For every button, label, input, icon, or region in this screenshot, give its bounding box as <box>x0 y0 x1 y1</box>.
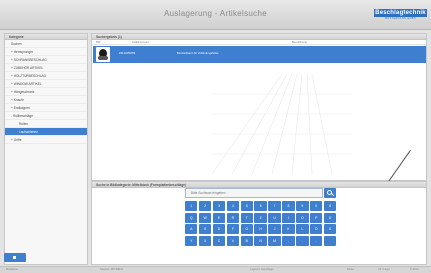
sidebar-item-9[interactable]: - Rollbeschläge <box>5 112 87 120</box>
search-bar <box>185 188 338 198</box>
key[interactable]: S <box>198 224 212 234</box>
watermark-graphic <box>212 74 352 174</box>
key[interactable]: Ö <box>310 224 323 234</box>
key[interactable]: D <box>212 224 226 234</box>
key-row-4: Y X C V B N M , . - <box>185 235 338 246</box>
key[interactable]: 9 <box>296 201 309 211</box>
keyboard-panel: Suche in Bildkategorie: Mittelblock (For… <box>91 181 427 265</box>
logo-text: Beschlagtechnik <box>374 9 427 17</box>
key[interactable]: . <box>296 235 309 246</box>
key[interactable]: C <box>212 235 226 246</box>
key[interactable]: Y <box>185 235 198 246</box>
footer-session: Session: ABCDEFG <box>100 268 124 271</box>
key[interactable]: N <box>254 235 267 246</box>
footer-user: Mitarbeiter <box>6 268 19 271</box>
sidebar-item-3[interactable]: + ZUBEHÖR ARTIKEL <box>5 64 87 72</box>
sidebar-item-selected[interactable]: Laufschienen <box>5 128 87 136</box>
page-title: Auslagerung - Artikelsuche <box>164 9 267 18</box>
column-description[interactable]: Bezeichnung <box>292 40 307 45</box>
company-logo: Beschlagtechnik MUSTERMANN GMBH <box>374 9 427 20</box>
key[interactable]: I <box>282 212 295 223</box>
key[interactable]: Z <box>254 212 267 223</box>
footer-next[interactable]: Weiter <box>347 268 354 271</box>
onscreen-keyboard: 1 2 3 4 5 6 7 8 9 0 ß Q W E R T Z U I O … <box>185 201 338 247</box>
sidebar-item-5[interactable]: + WINDOW ARTIKEL <box>5 80 87 88</box>
key[interactable]: L <box>296 224 309 234</box>
key[interactable]: B <box>240 235 253 246</box>
key[interactable]: Ä <box>323 224 337 234</box>
sidebar-item-2[interactable]: + SCHRANKBESCHLAG <box>5 56 87 64</box>
sidebar-item-10[interactable]: Rollen <box>5 120 87 128</box>
key[interactable]: E <box>212 212 226 223</box>
row-article-number: ZZ123456789 <box>119 52 136 55</box>
home-button[interactable] <box>4 253 26 262</box>
key[interactable]: W <box>198 212 212 223</box>
status-bar: Mitarbeiter Session: ABCDEFG Lagerort: H… <box>0 266 431 273</box>
sidebar-item-7[interactable]: + Knaufe <box>5 96 87 104</box>
key[interactable]: X <box>198 235 212 246</box>
search-input[interactable] <box>185 188 323 198</box>
key[interactable]: 5 <box>240 201 253 211</box>
sidebar-item-6[interactable]: + Hängeschrank <box>5 88 87 96</box>
key-row-3: A S D F G H J K L Ö Ä <box>185 224 338 234</box>
key-row-1: 1 2 3 4 5 6 7 8 9 0 ß <box>185 201 338 211</box>
key[interactable]: M <box>268 235 281 246</box>
column-article-number[interactable]: Artikelnummer <box>132 40 149 45</box>
key[interactable]: 0 <box>310 201 323 211</box>
row-description: Bombenbaron für Verbindungshülse <box>177 52 219 55</box>
key[interactable]: 8 <box>282 201 295 211</box>
key[interactable]: P <box>310 212 323 223</box>
sidebar-item-1[interactable]: + Hemsprunger <box>5 48 87 56</box>
sidebar-item-suchen[interactable]: Suchen <box>5 40 87 48</box>
key[interactable]: O <box>296 212 309 223</box>
footer-location: Lagerort: Hauptlager <box>250 268 274 271</box>
footer-version: V6 / Lager <box>378 268 390 271</box>
category-sidebar: Kategorie Suchen + Hemsprunger + SCHRANK… <box>4 33 88 265</box>
results-column-header: Bild Artikelnummer Bezeichnung <box>92 40 426 45</box>
column-image[interactable]: Bild <box>96 40 100 45</box>
key[interactable]: F <box>226 224 240 234</box>
key[interactable]: R <box>226 212 240 223</box>
key[interactable]: Q <box>185 212 198 223</box>
key[interactable]: - <box>310 235 323 246</box>
key[interactable]: A <box>185 224 198 234</box>
key[interactable]: H <box>254 224 267 234</box>
logo-subtext: MUSTERMANN GMBH <box>385 17 416 20</box>
key[interactable]: 3 <box>212 201 226 211</box>
key[interactable]: Ü <box>323 212 337 223</box>
backspace-key[interactable] <box>323 235 337 246</box>
product-thumbnail <box>96 47 110 62</box>
results-panel: Suchergebnis (1) Bild Artikelnummer Beze… <box>91 33 427 181</box>
key[interactable]: 7 <box>268 201 281 211</box>
key[interactable]: T <box>240 212 253 223</box>
key[interactable]: J <box>268 224 281 234</box>
search-button[interactable] <box>324 188 336 198</box>
key[interactable]: U <box>268 212 281 223</box>
key[interactable]: 1 <box>185 201 198 211</box>
sidebar-item-12[interactable]: + Griffe <box>5 136 87 144</box>
key[interactable]: K <box>282 224 295 234</box>
key[interactable]: V <box>226 235 240 246</box>
sidebar-item-8[interactable]: + Endkappen <box>5 104 87 112</box>
key[interactable]: G <box>240 224 253 234</box>
key[interactable]: ß <box>323 201 337 211</box>
key[interactable]: 2 <box>198 201 212 211</box>
key[interactable]: , <box>282 235 295 246</box>
key[interactable]: 4 <box>226 201 240 211</box>
app-header: Auslagerung - Artikelsuche Beschlagtechn… <box>0 0 431 30</box>
sidebar-item-4[interactable]: + HOLZTÜRBESCHLAG <box>5 72 87 80</box>
key[interactable]: 6 <box>254 201 267 211</box>
home-icon <box>13 256 16 259</box>
table-row[interactable]: ZZ123456789 Bombenbaron für Verbindungsh… <box>93 46 426 63</box>
footer-copyright: © 2014 <box>410 268 419 271</box>
key-row-2: Q W E R T Z U I O P Ü <box>185 212 338 223</box>
